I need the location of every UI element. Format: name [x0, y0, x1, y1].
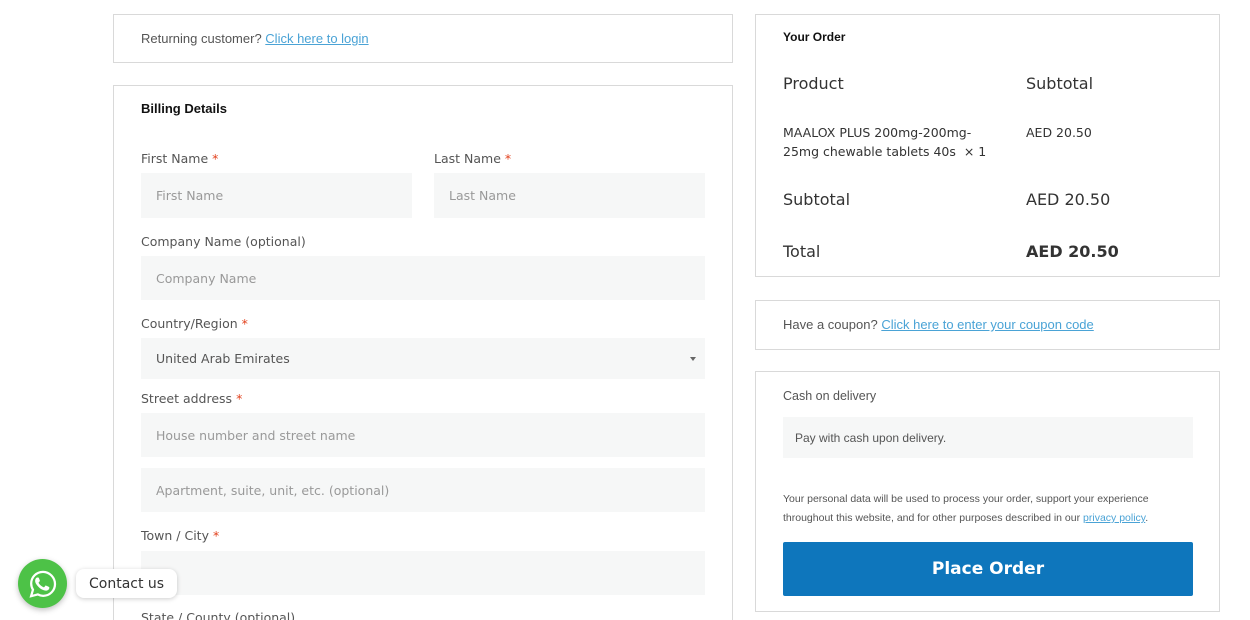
subtotal-label: Subtotal: [783, 190, 851, 209]
payment-section: Cash on delivery Pay with cash upon deli…: [755, 371, 1220, 612]
coupon-notice: Have a coupon? Click here to enter your …: [755, 300, 1220, 350]
whatsapp-icon: [28, 570, 56, 598]
street-input-2[interactable]: Apartment, suite, unit, etc. (optional): [141, 468, 705, 512]
coupon-link[interactable]: Click here to enter your coupon code: [881, 317, 1093, 332]
privacy-policy-link[interactable]: privacy policy: [1083, 512, 1145, 524]
subtotal-value: AED 20.50: [1026, 190, 1111, 209]
login-notice: Returning customer? Click here to login: [113, 14, 733, 63]
last-name-label: Last Name *: [434, 151, 512, 166]
total-label: Total: [783, 242, 821, 261]
coupon-notice-text: Have a coupon? Click here to enter your …: [783, 317, 1094, 332]
subtotal-column-header: Subtotal: [1026, 74, 1094, 93]
street-input[interactable]: House number and street name: [141, 413, 705, 457]
first-name-input[interactable]: First Name: [141, 173, 412, 218]
order-item-qty: × 1: [963, 144, 987, 159]
privacy-notice: Your personal data will be used to proce…: [783, 493, 1149, 524]
payment-description: Pay with cash upon delivery.: [783, 417, 1193, 458]
login-link[interactable]: Click here to login: [265, 31, 368, 46]
billing-details-form: Billing Details First Name * First Name …: [113, 85, 733, 620]
company-input[interactable]: Company Name: [141, 256, 705, 300]
order-title: Your Order: [783, 30, 846, 44]
billing-title: Billing Details: [141, 101, 227, 116]
company-label: Company Name (optional): [141, 234, 306, 249]
login-notice-text: Returning customer? Click here to login: [141, 31, 369, 46]
order-summary: Your Order Product Subtotal MAALOX PLUS …: [755, 14, 1220, 277]
country-label: Country/Region *: [141, 316, 248, 331]
last-name-input[interactable]: Last Name: [434, 173, 705, 218]
chevron-down-icon: [690, 357, 696, 361]
order-item-price: AED 20.50: [1026, 125, 1092, 140]
order-item-name: MAALOX PLUS 200mg-200mg- 25mg chewable t…: [783, 125, 987, 159]
total-value: AED 20.50: [1026, 242, 1119, 261]
contact-us-label[interactable]: Contact us: [76, 569, 178, 598]
product-column-header: Product: [783, 74, 844, 93]
state-label: State / County (optional): [141, 610, 296, 620]
whatsapp-button[interactable]: [18, 559, 67, 608]
city-label: Town / City *: [141, 528, 220, 543]
city-input[interactable]: [141, 551, 705, 595]
payment-method-label[interactable]: Cash on delivery: [783, 389, 876, 403]
street-label: Street address *: [141, 391, 243, 406]
country-select[interactable]: United Arab Emirates: [141, 338, 705, 379]
place-order-button[interactable]: Place Order: [783, 542, 1193, 596]
first-name-label: First Name *: [141, 151, 219, 166]
